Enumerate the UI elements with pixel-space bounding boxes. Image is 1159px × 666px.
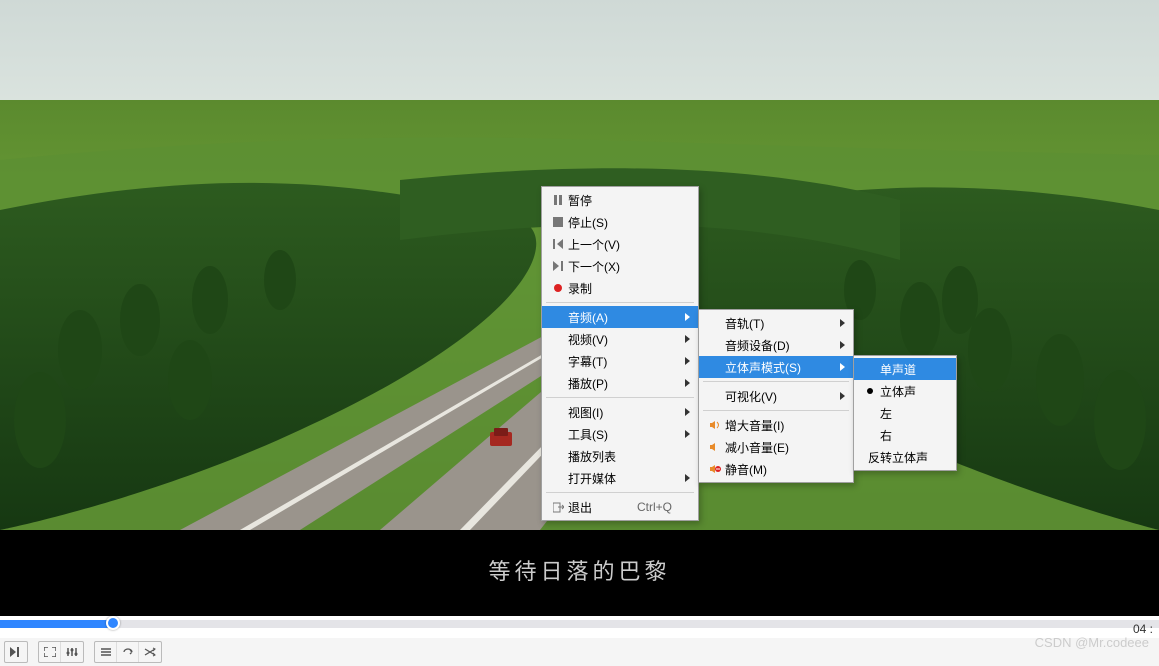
menu-separator — [703, 410, 849, 411]
control-bar — [0, 638, 1159, 666]
menu-quit[interactable]: 退出 Ctrl+Q — [542, 496, 698, 518]
menu-label: 暂停 — [568, 192, 592, 209]
menu-right-channel[interactable]: 右 — [854, 424, 956, 446]
next-button[interactable] — [5, 642, 27, 662]
menu-label: 增大音量(I) — [725, 417, 784, 434]
menu-separator — [546, 397, 694, 398]
submenu-arrow-icon — [840, 341, 845, 349]
submenu-arrow-icon — [685, 408, 690, 416]
menu-label: 播放列表 — [568, 448, 616, 465]
loop-button[interactable] — [117, 642, 139, 662]
menu-subtitle[interactable]: 字幕(T) — [542, 350, 698, 372]
menu-previous[interactable]: 上一个(V) — [542, 233, 698, 255]
submenu-arrow-icon — [685, 430, 690, 438]
menu-next[interactable]: 下一个(X) — [542, 255, 698, 277]
menu-mono[interactable]: 单声道 — [854, 358, 956, 380]
mute-icon — [705, 464, 725, 474]
submenu-arrow-icon — [685, 379, 690, 387]
previous-icon — [548, 239, 568, 249]
menu-stereo-mode[interactable]: 立体声模式(S) — [699, 356, 853, 378]
radio-selected-icon — [860, 388, 880, 394]
menu-label: 视图(I) — [568, 404, 603, 421]
menu-volume-down[interactable]: 减小音量(E) — [699, 436, 853, 458]
menu-label: 减小音量(E) — [725, 439, 789, 456]
menu-label: 音轨(T) — [725, 315, 764, 332]
settings-button[interactable] — [61, 642, 83, 662]
menu-audio-device[interactable]: 音频设备(D) — [699, 334, 853, 356]
menu-separator — [546, 492, 694, 493]
menu-label: 工具(S) — [568, 426, 608, 443]
pause-icon — [548, 195, 568, 205]
seek-bar[interactable] — [0, 620, 1159, 628]
record-icon — [548, 283, 568, 293]
menu-label: 静音(M) — [725, 461, 767, 478]
shortcut-label: Ctrl+Q — [637, 500, 672, 514]
submenu-arrow-icon — [840, 363, 845, 371]
time-display: 04 : — [1133, 622, 1153, 636]
menu-video[interactable]: 视频(V) — [542, 328, 698, 350]
submenu-arrow-icon — [685, 474, 690, 482]
exit-icon — [548, 502, 568, 513]
fullscreen-button[interactable] — [39, 642, 61, 662]
context-menu: 暂停 停止(S) 上一个(V) 下一个(X) 录制 音频(A) 视频(V) 字幕… — [541, 186, 699, 521]
submenu-arrow-icon — [685, 335, 690, 343]
menu-open-media[interactable]: 打开媒体 — [542, 467, 698, 489]
menu-mute[interactable]: 静音(M) — [699, 458, 853, 480]
menu-label: 音频(A) — [568, 309, 608, 326]
next-icon — [548, 261, 568, 271]
menu-audio[interactable]: 音频(A) — [542, 306, 698, 328]
menu-volume-up[interactable]: 增大音量(I) — [699, 414, 853, 436]
menu-label: 录制 — [568, 280, 592, 297]
submenu-arrow-icon — [840, 392, 845, 400]
menu-label: 字幕(T) — [568, 353, 607, 370]
menu-left-channel[interactable]: 左 — [854, 402, 956, 424]
menu-label: 右 — [880, 427, 892, 444]
menu-separator — [703, 381, 849, 382]
menu-label: 下一个(X) — [568, 258, 620, 275]
seek-knob[interactable] — [106, 616, 120, 630]
menu-label: 视频(V) — [568, 331, 608, 348]
menu-stereo[interactable]: 立体声 — [854, 380, 956, 402]
menu-pause[interactable]: 暂停 — [542, 189, 698, 211]
menu-label: 可视化(V) — [725, 388, 777, 405]
stop-icon — [548, 217, 568, 227]
menu-label: 停止(S) — [568, 214, 608, 231]
menu-label: 音频设备(D) — [725, 337, 790, 354]
stereo-submenu: 单声道 立体声 左 右 反转立体声 — [853, 355, 957, 471]
menu-stop[interactable]: 停止(S) — [542, 211, 698, 233]
subtitle-text: 等待日落的巴黎 — [0, 554, 1159, 586]
shuffle-button[interactable] — [139, 642, 161, 662]
menu-label: 退出 — [568, 499, 592, 516]
menu-label: 立体声 — [880, 383, 916, 400]
submenu-arrow-icon — [685, 357, 690, 365]
menu-audio-track[interactable]: 音轨(T) — [699, 312, 853, 334]
menu-label: 立体声模式(S) — [725, 359, 801, 376]
menu-reverse-stereo[interactable]: 反转立体声 — [854, 446, 956, 468]
menu-label: 打开媒体 — [568, 470, 616, 487]
menu-separator — [546, 302, 694, 303]
menu-label: 上一个(V) — [568, 236, 620, 253]
seek-progress — [0, 620, 110, 628]
menu-playlist[interactable]: 播放列表 — [542, 445, 698, 467]
menu-view[interactable]: 视图(I) — [542, 401, 698, 423]
submenu-arrow-icon — [685, 313, 690, 321]
menu-label: 播放(P) — [568, 375, 608, 392]
menu-label: 左 — [880, 405, 892, 422]
volume-down-icon — [705, 442, 725, 452]
menu-label: 反转立体声 — [868, 449, 928, 466]
menu-playback[interactable]: 播放(P) — [542, 372, 698, 394]
submenu-arrow-icon — [840, 319, 845, 327]
menu-label: 单声道 — [880, 361, 916, 378]
menu-visualization[interactable]: 可视化(V) — [699, 385, 853, 407]
volume-up-icon — [705, 420, 725, 430]
menu-tools[interactable]: 工具(S) — [542, 423, 698, 445]
playlist-toggle-button[interactable] — [95, 642, 117, 662]
audio-submenu: 音轨(T) 音频设备(D) 立体声模式(S) 可视化(V) 增大音量(I) 减小… — [698, 309, 854, 483]
menu-record[interactable]: 录制 — [542, 277, 698, 299]
